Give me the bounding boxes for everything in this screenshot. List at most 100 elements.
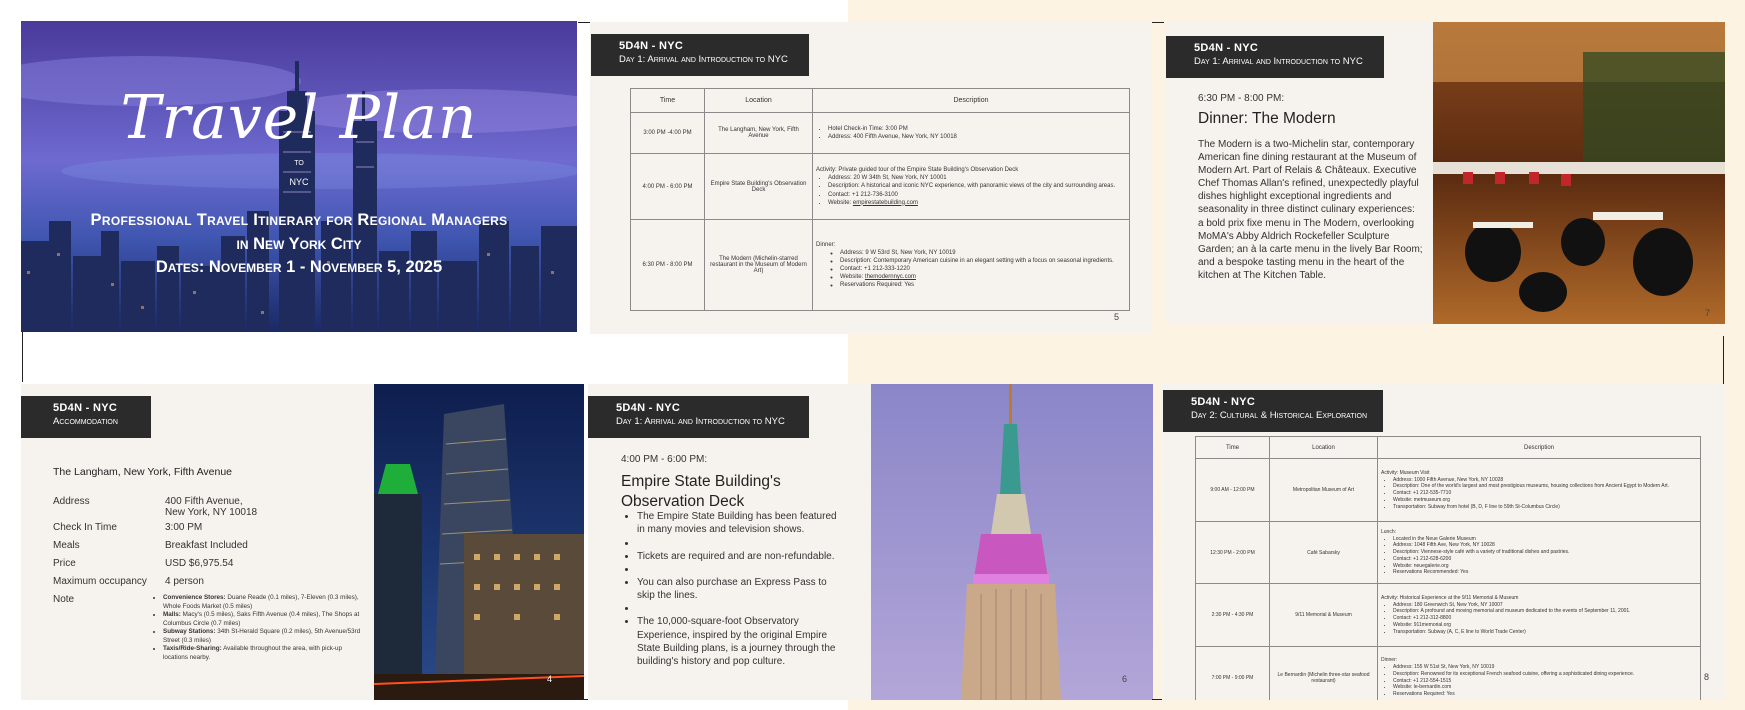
esb-time: 4:00 PM - 6:00 PM: — [621, 454, 708, 465]
esb-bullet — [637, 537, 841, 550]
desc-bullet: Website: themodernnyc.com — [840, 273, 1126, 281]
subtitle-line1: Professional Travel Itinerary for Region… — [90, 211, 508, 229]
occupancy-label: Maximum occupancy — [53, 576, 147, 587]
desc-bullet: Address: 9 W 53rd St, New York, NY 10019 — [840, 249, 1126, 257]
desc-bullet: Reservations Required: Yes — [840, 281, 1126, 289]
page-number: 8 — [1704, 672, 1710, 682]
note-item: Subway Stations: 34th St-Herald Square (… — [163, 628, 363, 645]
selection-line — [22, 332, 23, 382]
cell-time: 2:30 PM - 4:30 PM — [1195, 583, 1270, 647]
cell-time: 4:00 PM - 6:00 PM — [630, 153, 705, 220]
slide-day2-table[interactable]: 5D4N - NYC Day 2: Cultural & Historical … — [1162, 384, 1726, 700]
cell-description: Hotel Check-in Time: 3:00 PM Address: 40… — [812, 112, 1130, 154]
desc-activity: Dinner: — [816, 241, 836, 248]
address-label: Address — [53, 496, 90, 507]
note-item: Convenience Stores: Duane Reade (0.1 mil… — [163, 594, 363, 611]
header-title: 5D4N - NYC — [619, 40, 684, 52]
header-subtitle: Accommodation — [53, 416, 118, 427]
address-value: 400 Fifth Avenue, New York, NY 10018 — [165, 496, 258, 518]
title-nyc: NYC — [289, 177, 309, 187]
empire-state-photo — [871, 384, 1153, 700]
note-item: Malls: Macy's (0.5 miles), Saks Fifth Av… — [163, 611, 363, 628]
slide-day1-table[interactable]: 5D4N - NYC Day 1: Arrival and Introducti… — [590, 22, 1152, 334]
desc-bullet: Contact: +1 212-736-3100 — [828, 191, 1126, 199]
hotel-details: Address 400 Fifth Avenue, New York, NY 100… — [53, 496, 393, 669]
col-header-description: Description — [1377, 436, 1701, 459]
esb-bullet — [637, 563, 841, 576]
col-header-location: Location — [1269, 436, 1378, 459]
cell-time: 3:00 PM -4:00 PM — [630, 112, 705, 154]
restaurant-photo — [1433, 22, 1725, 324]
desc-activity: Activity: Private guided tour of the Emp… — [816, 167, 1019, 174]
table-row: 6:30 PM - 8:00 PM The Modern (Michelin-s… — [630, 219, 1130, 311]
desc-bullet: Address: 400 Fifth Avenue, New York, NY … — [828, 133, 1126, 141]
selection-line — [578, 699, 588, 700]
header-subtitle: Day 1: Arrival and Introduction to NYC — [619, 54, 788, 65]
col-header-location: Location — [704, 88, 813, 113]
header-title: 5D4N - NYC — [1191, 396, 1256, 408]
cell-time: 9:00 AM - 12:00 PM — [1195, 458, 1270, 522]
hotel-name: The Langham, New York, Fifth Avenue — [53, 466, 233, 478]
col-header-description: Description — [812, 88, 1130, 113]
title-to: TO — [294, 160, 304, 167]
cell-description: Dinner: Address: 155 W 51st St, New York… — [1377, 646, 1701, 700]
cell-location: Le Bernardin (Michelin three-star seafoo… — [1269, 646, 1378, 700]
col-header-time: Time — [630, 88, 705, 113]
esb-bullet — [637, 602, 841, 615]
page-number: 4 — [547, 674, 553, 684]
slide-header: 5D4N - NYC Day 1: Arrival and Introducti… — [1166, 36, 1384, 78]
cell-location: Metropolitan Museum of Art — [1269, 458, 1378, 522]
subtitle-line2: in New York City — [236, 235, 362, 253]
itinerary-table: Time Location Description 9:00 AM - 12:0… — [1195, 436, 1701, 700]
esb-heading: Empire State Building's Observation Deck — [621, 473, 781, 510]
esb-bullet: You can also purchase an Express Pass to… — [637, 576, 841, 603]
esb-bullet: The Empire State Building has been featu… — [637, 510, 841, 537]
dates-line: Dates: November 1 - November 5, 2025 — [155, 258, 443, 276]
table-row: 9:00 AM - 12:00 PM Metropolitan Museum o… — [1195, 458, 1701, 522]
header-title: 5D4N - NYC — [616, 402, 681, 414]
cell-location: The Modern (Michelin-starred restaurant … — [704, 219, 813, 311]
page-number: 6 — [1122, 674, 1128, 684]
slide-dinner-modern[interactable]: 5D4N - NYC Day 1: Arrival and Introducti… — [1165, 22, 1725, 324]
website-link[interactable]: empirestatebuilding.com — [853, 200, 918, 206]
dinner-body: The Modern is a two-Michelin star, conte… — [1198, 139, 1423, 281]
note-item: Taxis/Ride-Sharing: Available throughout… — [163, 645, 363, 662]
dinner-heading: Dinner: The Modern — [1198, 110, 1336, 127]
selection-line — [1152, 699, 1162, 700]
desc-bullet: Description: A historical and iconic NYC… — [828, 182, 1126, 190]
header-subtitle: Day 1: Arrival and Introduction to NYC — [616, 416, 785, 427]
cell-time: 7:00 PM - 9:00 PM — [1195, 646, 1270, 700]
website-link[interactable]: themodernnyc.com — [865, 274, 916, 280]
slide-header: 5D4N - NYC Day 2: Cultural & Historical … — [1163, 390, 1383, 432]
price-value: USD $6,975.54 — [165, 558, 234, 569]
selection-line — [578, 22, 590, 23]
col-header-time: Time — [1195, 436, 1270, 459]
header-title: 5D4N - NYC — [53, 402, 118, 414]
note-label: Note — [53, 594, 75, 605]
header-subtitle: Day 2: Cultural & Historical Exploration — [1191, 410, 1367, 421]
cell-location: 9/11 Memorial & Museum — [1269, 583, 1378, 647]
cell-time: 6:30 PM - 8:00 PM — [630, 219, 705, 311]
page-number: 5 — [1114, 312, 1120, 322]
slide-accommodation[interactable]: 5D4N - NYC Accommodation The Langham, Ne… — [21, 384, 584, 700]
hotel-photo — [374, 384, 584, 700]
esb-bullet: The 10,000-square-foot Observatory Exper… — [637, 615, 841, 668]
note-list: Convenience Stores: Duane Reade (0.1 mil… — [153, 594, 363, 662]
esb-bullets: The Empire State Building has been featu… — [621, 510, 841, 669]
slide-header: 5D4N - NYC Accommodation — [21, 396, 151, 438]
esb-bullet: Tickets are required and are non-refunda… — [637, 550, 841, 563]
cell-time: 12:30 PM - 2:00 PM — [1195, 521, 1270, 584]
page-number: 7 — [1705, 308, 1711, 318]
cell-location: The Langham, New York, Fifth Avenue — [704, 112, 813, 154]
slide-title[interactable]: Travel Plan TO NYC Professional Travel I… — [21, 21, 577, 332]
slide-header: 5D4N - NYC Day 1: Arrival and Introducti… — [588, 396, 809, 438]
meals-value: Breakfast Included — [165, 540, 248, 551]
desc-bullet: Hotel Check-in Time: 3:00 PM — [828, 125, 1126, 133]
slide-empire-state[interactable]: 5D4N - NYC Day 1: Arrival and Introducti… — [588, 384, 1153, 700]
checkin-value: 3:00 PM — [165, 522, 203, 533]
desc-bullet: Address: 20 W 34th St, New York, NY 1000… — [828, 174, 1126, 182]
itinerary-table: Time Location Description 3:00 PM -4:00 … — [630, 88, 1130, 311]
table-row: 3:00 PM -4:00 PM The Langham, New York, … — [630, 112, 1130, 154]
desc-bullet: Contact: +1 212-333-1220 — [840, 265, 1126, 273]
title-script: Travel Plan — [120, 83, 478, 153]
